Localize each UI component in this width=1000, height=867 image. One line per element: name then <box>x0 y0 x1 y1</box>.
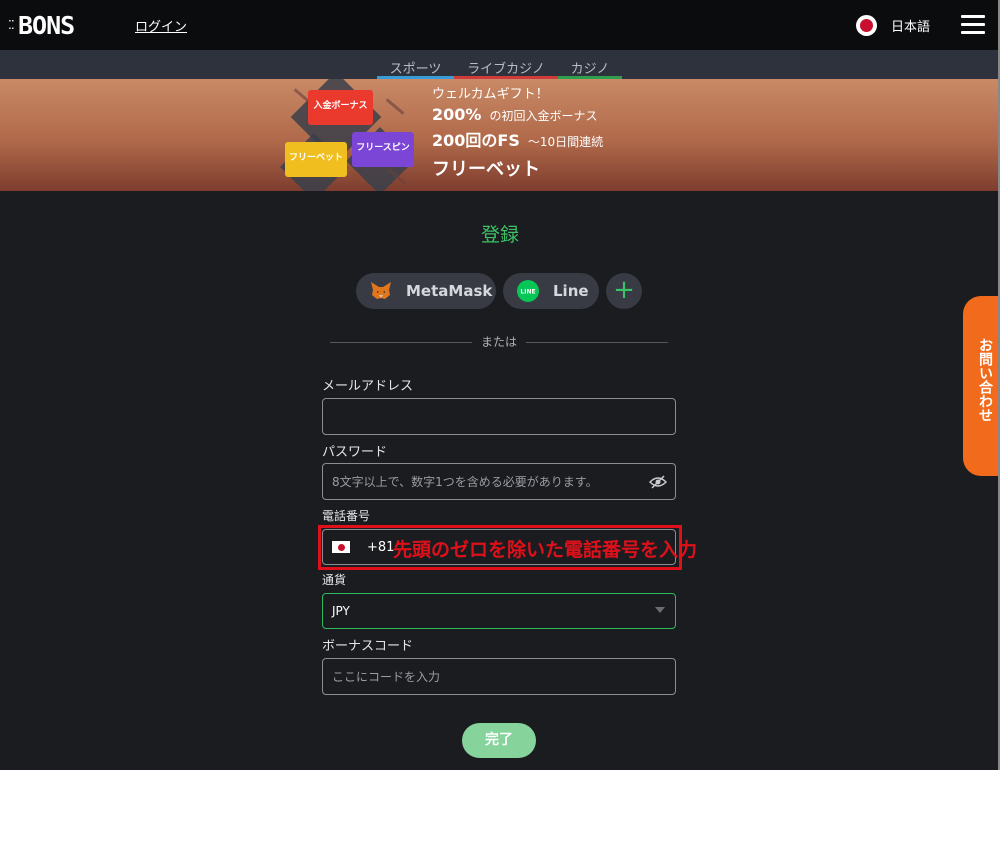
svg-text:LINE: LINE <box>520 289 535 296</box>
language-label: 日本語 <box>891 20 931 35</box>
nav-tab-casino[interactable]: カジノ <box>558 58 622 79</box>
annotation-text: 先頭のゼロを除いた電話番号を入力 <box>393 539 698 561</box>
banner-fs: 200回のFS <box>432 131 520 150</box>
or-text: または <box>480 335 517 349</box>
currency-value: JPY <box>332 604 350 618</box>
eye-icon[interactable] <box>648 473 668 491</box>
currency-label: 通貨 <box>322 573 347 587</box>
banner-fs-days: ～10日間連続 <box>527 135 604 149</box>
top-header: ⁚⁚ BONS ログイン 日本語 <box>0 0 998 50</box>
or-divider: または <box>330 333 668 351</box>
bonus-code-placeholder: ここにコードを入力 <box>332 670 441 684</box>
email-label: メールアドレス <box>322 379 414 394</box>
banner-tag-freebet: フリーベット <box>285 142 347 177</box>
nav-tab-label: カジノ <box>570 62 610 77</box>
password-label: パスワード <box>322 445 388 460</box>
language-selector[interactable]: 日本語 <box>856 15 930 36</box>
banner-bonus-text: の初回入金ボーナス <box>489 109 598 123</box>
logo[interactable]: ⁚⁚ BONS <box>8 10 75 40</box>
more-options-plus-icon[interactable]: + <box>606 273 642 309</box>
page: ⁚⁚ BONS ログイン 日本語 スポーツ ライブカジノ カジノ 入金ボーナス <box>0 0 1000 770</box>
email-field[interactable] <box>322 398 676 435</box>
welcome-banner[interactable]: 入金ボーナス フリーベット フリースピン ウェルカムギフト！ 200% の初回入… <box>0 79 998 191</box>
logo-text: BONS <box>18 10 75 40</box>
line-icon: LINE <box>517 280 539 302</box>
phone-label: 電話番号 <box>322 509 371 523</box>
page-title: 登録 <box>480 224 519 246</box>
metamask-label: MetaMask <box>406 282 493 300</box>
banner-tag-freespin: フリースピン <box>352 132 414 167</box>
banner-bonus-pct: 200% <box>432 105 482 124</box>
banner-welcome: ウェルカムギフト！ <box>432 87 549 102</box>
banner-deco <box>385 98 405 115</box>
japan-flag-icon <box>856 15 877 36</box>
line-button[interactable]: LINE Line <box>503 273 599 309</box>
contact-tab[interactable]: お問い合わせ <box>963 296 998 476</box>
password-placeholder: 8文字以上で、数字1つを含める必要があります。 <box>332 475 598 489</box>
banner-freebet: フリーベット <box>432 159 540 180</box>
banner-text: ウェルカムギフト！ 200% の初回入金ボーナス 200回のFS ～10日間連続… <box>432 81 603 181</box>
nav-tab-label: ライブカジノ <box>467 62 545 77</box>
metamask-button[interactable]: MetaMask <box>356 273 496 309</box>
banner-tag-deposit-bonus: 入金ボーナス <box>308 90 373 125</box>
logo-dots-icon: ⁚⁚ <box>8 18 15 32</box>
section-nav: スポーツ ライブカジノ カジノ <box>0 50 998 79</box>
nav-tab-live-casino[interactable]: ライブカジノ <box>454 58 558 79</box>
currency-select[interactable]: JPY <box>322 593 676 629</box>
contact-label: お問い合わせ <box>977 338 993 422</box>
hamburger-menu-icon[interactable] <box>961 15 985 35</box>
nav-tab-sports[interactable]: スポーツ <box>377 58 454 79</box>
metamask-fox-icon <box>370 280 392 302</box>
submit-button[interactable]: 完了 <box>462 723 536 758</box>
password-field[interactable]: 8文字以上で、数字1つを含める必要があります。 <box>322 463 676 500</box>
bonus-code-field[interactable]: ここにコードを入力 <box>322 658 676 695</box>
bonus-code-label: ボーナスコード <box>322 639 414 654</box>
chevron-down-icon <box>655 607 665 613</box>
nav-tab-label: スポーツ <box>389 62 442 77</box>
login-link[interactable]: ログイン <box>135 16 187 35</box>
line-label: Line <box>553 282 589 300</box>
